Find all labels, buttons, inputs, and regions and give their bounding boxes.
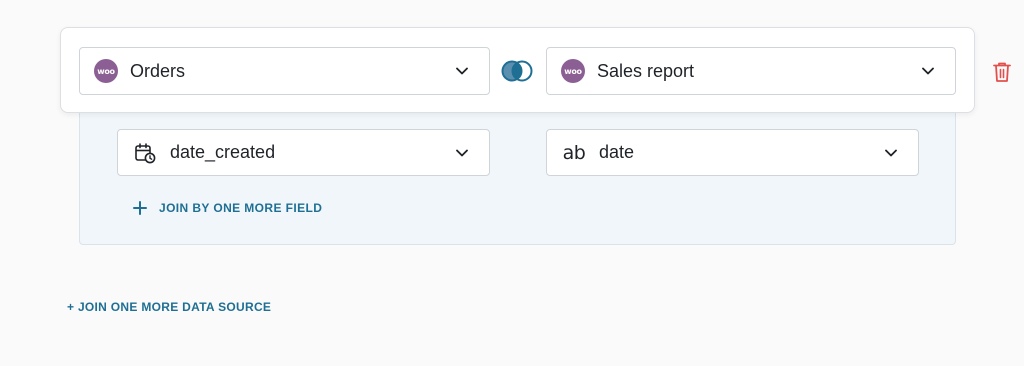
plus-icon	[133, 199, 147, 217]
chevron-down-icon	[455, 64, 469, 78]
left-source-select[interactable]: woo Orders	[79, 47, 490, 95]
chevron-down-icon	[884, 146, 898, 160]
right-field-label: date	[599, 142, 635, 162]
right-field-select[interactable]: ab date	[546, 129, 919, 176]
text-type-icon: ab	[562, 141, 586, 164]
right-source-label: Sales report	[597, 60, 695, 81]
calendar-clock-icon	[132, 141, 158, 165]
join-by-more-field-label: JOIN BY ONE MORE FIELD	[159, 201, 323, 215]
left-source-label: Orders	[130, 60, 186, 81]
left-field-select[interactable]: date_created	[117, 129, 490, 176]
chevron-down-icon	[921, 64, 935, 78]
left-field-label: date_created	[170, 142, 276, 162]
venn-join-icon[interactable]	[500, 58, 534, 84]
join-editor: woo Orders woo Sales report date_created…	[0, 0, 1024, 366]
woocommerce-icon: woo	[94, 59, 118, 83]
chevron-down-icon	[455, 146, 469, 160]
woocommerce-icon: woo	[561, 59, 585, 83]
right-source-select[interactable]: woo Sales report	[546, 47, 956, 95]
join-by-more-field-button[interactable]: JOIN BY ONE MORE FIELD	[133, 199, 322, 217]
trash-icon[interactable]	[990, 61, 1014, 83]
join-more-data-source-link[interactable]: + JOIN ONE MORE DATA SOURCE	[67, 300, 271, 314]
